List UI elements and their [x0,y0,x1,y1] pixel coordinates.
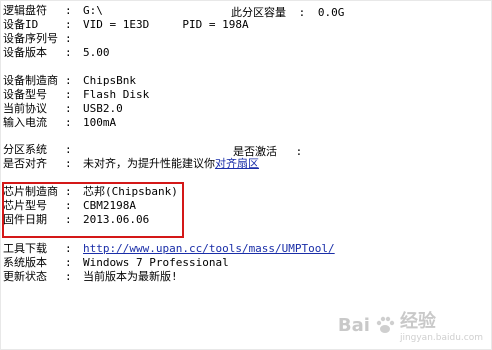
serial-label: 设备序列号 [3,32,58,45]
watermark-brand: Bai [337,314,370,336]
align-sectors-link[interactable]: 对齐扇区 [215,157,259,170]
update-status-label: 更新状态 [3,270,47,283]
model-value: Flash Disk [83,88,150,101]
version-value: 5.00 [83,46,110,59]
tool-download-label: 工具下载 [3,242,47,255]
version-label: 设备版本 [3,46,47,59]
colon: : [295,145,303,158]
paw-icon [376,316,395,333]
current-label: 输入电流 [3,116,47,129]
os-version-value: Windows 7 Professional [83,256,229,269]
protocol-label: 当前协议 [3,102,47,115]
filesystem-label: 分区系统 [3,143,47,156]
colon: : [65,74,72,87]
device-id-label: 设备ID [3,18,39,31]
update-status-value: 当前版本为最新版! [83,270,178,283]
colon: : [65,143,72,156]
colon: : [65,88,72,101]
colon: : [65,46,72,59]
tool-download-link[interactable]: http://www.upan.cc/tools/mass/UMPTool/ [83,242,335,256]
vendor-label: 设备制造商 [3,74,58,87]
watermark-suffix: 经验 jingyan.baidu.com [400,307,483,343]
watermark-url: jingyan.baidu.com [399,333,483,343]
model-label: 设备型号 [3,88,47,101]
colon: : [65,116,72,129]
aligned-text: 未对齐，为提升性能建议你 [83,157,215,170]
watermark-suffix-text: 经验 [399,311,436,332]
colon: : [65,18,72,31]
colon: : [65,256,72,269]
colon: : [298,6,306,19]
colon: : [65,4,72,17]
protocol-value: USB2.0 [83,102,123,115]
device-id-value: VID = 1E3D PID = 198A [83,18,249,31]
colon: : [65,157,72,170]
drive-letter-label: 逻辑盘符 [3,4,47,17]
info-panel: 逻辑盘符 : G:\ 此分区容量 : 0.0G 设备ID : VID = 1E3… [0,0,492,350]
colon: : [65,102,72,115]
aligned-value: 未对齐，为提升性能建议你对齐扇区 [83,157,259,171]
colon: : [65,242,72,255]
current-value: 100mA [83,116,117,129]
drive-letter-value: G:\ [83,4,103,17]
aligned-label: 是否对齐 [3,157,47,170]
colon: : [65,32,72,45]
chip-info-highlight-box [2,182,184,238]
colon: : [65,270,72,283]
os-version-label: 系统版本 [3,256,47,269]
baidu-watermark: Bai 经验 jingyan.baidu.com [338,307,483,343]
vendor-value: ChipsBnk [83,74,136,87]
partition-capacity-value: 0.0G [317,6,345,19]
